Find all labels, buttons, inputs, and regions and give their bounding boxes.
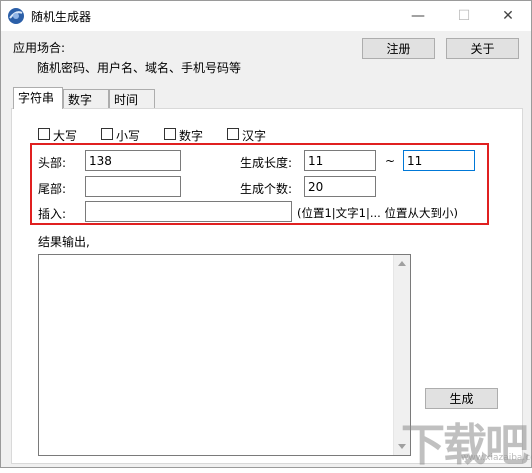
tab-string[interactable]: 字符串 [13, 87, 63, 109]
watermark-url: www.xiazaiba.com [461, 453, 532, 463]
app-scenario-description: 随机密码、用户名、域名、手机号码等 [37, 61, 242, 75]
uppercase-label: 大写 [53, 129, 78, 143]
uppercase-checkbox[interactable] [38, 128, 50, 140]
highlight-box [30, 143, 489, 225]
window-title: 随机生成器 [31, 10, 92, 24]
app-logo-icon [8, 8, 24, 24]
watermark-logo: 下载吧 [401, 420, 529, 471]
output-label: 结果输出, [38, 235, 90, 249]
app-window: 随机生成器 — ☐ ✕ 应用场合: 随机密码、用户名、域名、手机号码等 注册 关… [0, 0, 532, 471]
tab-time[interactable]: 时间 [109, 89, 155, 108]
minimize-button[interactable]: — [395, 1, 441, 31]
chinese-label: 汉字 [242, 129, 267, 143]
app-scenario-label: 应用场合: [13, 41, 66, 55]
minimize-icon: — [411, 8, 425, 24]
generate-button[interactable]: 生成 [425, 388, 498, 409]
maximize-button: ☐ [441, 1, 487, 31]
digits-checkbox[interactable] [164, 128, 176, 140]
digits-label: 数字 [179, 129, 204, 143]
scroll-up-icon[interactable] [398, 261, 406, 266]
lowercase-checkbox[interactable] [101, 128, 113, 140]
register-button[interactable]: 注册 [362, 38, 435, 59]
output-textarea[interactable] [38, 254, 411, 456]
chinese-checkbox[interactable] [227, 128, 239, 140]
close-button[interactable]: ✕ [485, 1, 531, 31]
lowercase-label: 小写 [116, 129, 141, 143]
maximize-icon: ☐ [457, 8, 471, 24]
close-icon: ✕ [502, 8, 514, 24]
tab-number[interactable]: 数字 [63, 89, 109, 108]
about-button[interactable]: 关于 [446, 38, 519, 59]
title-bar: 随机生成器 — ☐ ✕ [1, 1, 531, 31]
